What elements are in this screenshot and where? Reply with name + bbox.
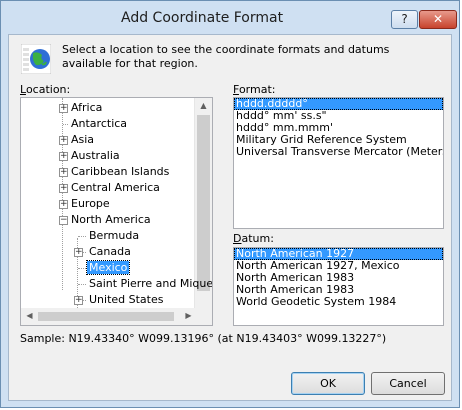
datum-list[interactable]: North American 1927 North American 1927, … [233, 247, 444, 326]
location-label-rest: ocation: [25, 83, 71, 96]
tree-item[interactable]: Africa [69, 100, 104, 116]
format-label-rest: ormat: [238, 83, 276, 96]
dialog-body: Select a location to see the coordinate … [8, 34, 452, 401]
tree-item[interactable]: Antarctica [69, 116, 129, 132]
sample-text: Sample: N19.43340° W099.13196° (at N19.4… [20, 332, 387, 345]
scroll-right-arrow-icon[interactable]: ▶ [183, 311, 194, 321]
tree-item-label: Bermuda [89, 229, 140, 242]
window-title: Add Coordinate Format [121, 10, 284, 26]
tree-item[interactable]: Saint Pierre and Miquelon [87, 276, 213, 292]
cancel-button[interactable]: Cancel [371, 372, 445, 395]
tree-item[interactable]: Central America [69, 180, 162, 196]
expand-icon[interactable]: + [74, 248, 83, 257]
help-button[interactable]: ? [391, 10, 418, 29]
tree-item[interactable]: Caribbean Islands [69, 164, 171, 180]
tree-item[interactable]: Mexico [85, 260, 131, 276]
ok-button[interactable]: OK [291, 372, 365, 395]
tree-item[interactable]: Australia [69, 148, 122, 164]
tree-item-label: Asia [71, 133, 95, 146]
tree-item-label: Europe [71, 197, 110, 210]
horizontal-scrollbar[interactable]: ◀ ▶ [21, 308, 197, 325]
globe-icon [21, 44, 51, 74]
tree-item-label: Caribbean Islands [71, 165, 170, 178]
tree-item-label: Antarctica [71, 117, 128, 130]
expand-icon[interactable]: + [59, 184, 68, 193]
tree-item[interactable]: Europe [69, 196, 112, 212]
expand-icon[interactable]: + [74, 296, 83, 305]
expand-icon[interactable]: + [59, 152, 68, 161]
close-button[interactable]: ✕ [419, 10, 457, 29]
datum-label: Datum: [233, 232, 274, 245]
tree-item-label: Saint Pierre and Miquelon [89, 277, 213, 290]
tree-item[interactable]: Canada [87, 244, 133, 260]
expand-icon[interactable]: + [59, 136, 68, 145]
datum-option[interactable]: World Geodetic System 1984 [234, 296, 443, 308]
tree-connector [78, 268, 86, 269]
scrollbar-corner [195, 308, 212, 325]
tree-item[interactable]: United States [87, 292, 166, 308]
location-tree[interactable]: ▲ ▼ ◀ ▶ Africa+AntarcticaAsia+Australia+… [20, 97, 213, 326]
format-label: Format: [233, 83, 275, 96]
title-bar[interactable]: Add Coordinate Format ? ✕ [1, 1, 459, 35]
tree-item-label: Central America [71, 181, 160, 194]
format-list[interactable]: hddd.ddddd° hddd° mm' ss.s" hddd° mm.mmm' M… [233, 97, 444, 229]
tree-item[interactable]: North America [69, 212, 153, 228]
tree-item-label: North America [71, 213, 151, 226]
tree-item[interactable]: Asia [69, 132, 96, 148]
format-option[interactable]: Universal Transverse Mercator (Meters) [234, 146, 443, 158]
dialog-window: Add Coordinate Format ? ✕ Select a locat… [0, 0, 460, 408]
horizontal-scroll-thumb[interactable] [38, 312, 174, 321]
intro-text: Select a location to see the coordinate … [62, 43, 390, 70]
scroll-thumb[interactable] [197, 115, 210, 291]
tree-connector [78, 284, 86, 285]
expand-icon[interactable]: + [59, 168, 68, 177]
expand-icon[interactable]: + [59, 104, 68, 113]
tree-item-label: Canada [89, 245, 131, 258]
scroll-up-arrow-icon[interactable]: ▲ [198, 101, 209, 111]
tree-guide-line [62, 98, 63, 290]
tree-item-label: Australia [71, 149, 120, 162]
expand-icon[interactable]: + [59, 200, 68, 209]
collapse-icon[interactable]: − [59, 216, 68, 225]
datum-label-rest: atum: [241, 232, 274, 245]
tree-item-label: Africa [71, 101, 103, 114]
tree-item[interactable]: Bermuda [87, 228, 141, 244]
tree-item-label: United States [89, 293, 164, 306]
tree-connector [78, 236, 86, 237]
scroll-left-arrow-icon[interactable]: ◀ [24, 311, 35, 321]
tree-connector [63, 124, 68, 125]
location-label: Location: [20, 83, 70, 96]
tree-item-label: Mexico [85, 260, 131, 275]
